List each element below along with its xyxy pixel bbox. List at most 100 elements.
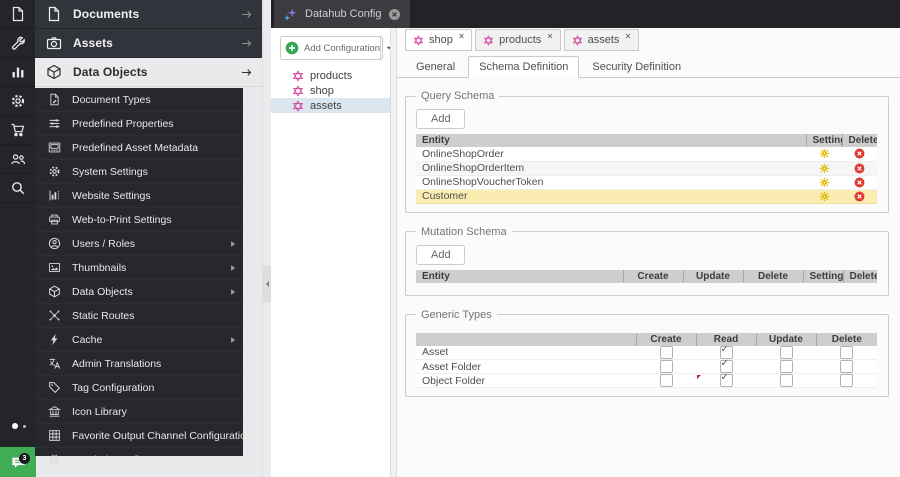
column-header-entity[interactable]: Entity [416, 134, 806, 147]
strip-item-settings[interactable] [0, 87, 35, 116]
delete-checkbox[interactable] [840, 345, 853, 359]
chat-badge: 3 [19, 453, 30, 464]
close-tab-icon[interactable]: × [459, 31, 464, 41]
editor-tab-assets[interactable]: assets × [563, 29, 639, 51]
menu-header-data-objects[interactable]: Data Objects [35, 58, 262, 87]
settings-cell[interactable] [806, 189, 842, 204]
add-configuration-button[interactable]: Add Configuration [280, 36, 392, 60]
definition-tabs: General Schema Definition Security Definit… [397, 56, 900, 78]
column-header-settings[interactable]: Settings [805, 134, 842, 147]
submenu-item-data-objects[interactable]: Data Objects [35, 280, 243, 304]
column-header-blank[interactable] [416, 332, 636, 346]
delete-checkbox[interactable] [840, 374, 853, 387]
close-tab-icon[interactable] [388, 8, 401, 21]
update-checkbox[interactable] [779, 374, 793, 387]
strip-item-ecommerce[interactable] [0, 116, 35, 145]
submenu-item-favorite-output-channel-configurations[interactable]: Favorite Output Channel Configurations [35, 424, 257, 448]
settings-gear-icon[interactable] [819, 148, 830, 160]
settings-cell[interactable] [806, 147, 842, 162]
entity-cell[interactable]: OnlineShopOrder [416, 147, 806, 162]
tree-item-products[interactable]: products [271, 68, 390, 83]
submenu-item-predefined-asset-metadata[interactable]: Predefined Asset Metadata [35, 136, 243, 160]
settings-gear-icon[interactable] [819, 162, 830, 174]
delete-cell[interactable] [842, 161, 877, 176]
delete-cell[interactable] [842, 175, 877, 190]
tab-datahub-config[interactable]: Datahub Config [274, 0, 411, 28]
submenu-item-static-routes[interactable]: Static Routes [35, 304, 243, 328]
generic-types-fieldset: Generic Types Create Read Update Delete Asse… [405, 308, 889, 397]
read-checkbox[interactable] [719, 374, 733, 387]
chat-button[interactable]: 3 [0, 447, 36, 477]
subtab-schema-definition[interactable]: Schema Definition [468, 56, 580, 78]
submenu-item-document-types[interactable]: Document Types [35, 88, 243, 112]
submenu-item-thumbnails[interactable]: Thumbnails [35, 256, 243, 280]
create-checkbox[interactable] [659, 345, 673, 359]
settings-cell[interactable] [806, 175, 842, 190]
menu-header-documents[interactable]: Documents [35, 0, 262, 29]
collapse-handle[interactable] [263, 266, 271, 302]
column-header-entity[interactable]: Entity [416, 269, 623, 283]
delete-icon[interactable] [854, 148, 865, 160]
panel-splitter[interactable] [390, 28, 397, 477]
column-header-create[interactable]: Create [622, 269, 683, 283]
settings-gear-icon[interactable] [819, 176, 830, 188]
submenu-item-system-settings[interactable]: System Settings [35, 160, 243, 184]
workspace-tabbar: Datahub Config [271, 0, 900, 28]
submenu-item-tag-configuration[interactable]: Tag Configuration [35, 376, 243, 400]
strip-item-documents[interactable] [0, 0, 35, 29]
mutation-schema-add-button[interactable]: Add [416, 244, 465, 265]
delete-icon[interactable] [854, 176, 865, 188]
column-header-update[interactable]: Update [755, 332, 816, 346]
query-schema-row-OnlineShopOrderItem[interactable]: OnlineShopOrderItem [416, 161, 877, 176]
entity-cell[interactable]: OnlineShopVoucherToken [416, 175, 806, 190]
editor-tab-products[interactable]: products × [475, 29, 561, 51]
delete-cell[interactable] [842, 147, 877, 162]
read-checkbox[interactable] [719, 346, 733, 359]
update-checkbox[interactable] [779, 345, 793, 359]
submenu-item-users-roles[interactable]: Users / Roles [35, 232, 243, 256]
column-header-delete[interactable]: Delete [841, 134, 877, 147]
close-tab-icon[interactable]: × [547, 31, 552, 41]
tree-item-assets[interactable]: assets [271, 98, 390, 113]
query-schema-row-Customer[interactable]: Customer [416, 189, 877, 204]
create-checkbox[interactable] [659, 360, 673, 373]
strip-item-tools[interactable] [0, 29, 35, 58]
delete-cell[interactable] [842, 189, 877, 204]
query-schema-add-button[interactable]: Add [416, 109, 465, 129]
settings-gear-icon[interactable] [819, 190, 830, 202]
tree-item-shop[interactable]: shop [271, 83, 390, 98]
query-schema-row-OnlineShopOrder[interactable]: OnlineShopOrder [416, 147, 877, 162]
submenu-item-predefined-properties[interactable]: Predefined Properties [35, 112, 243, 136]
menu-header-assets[interactable]: Assets [35, 29, 262, 58]
entity-cell[interactable]: OnlineShopOrderItem [416, 161, 806, 176]
create-checkbox[interactable] [659, 374, 673, 387]
submenu-item-web-to-print-settings[interactable]: Web-to-Print Settings [35, 208, 243, 232]
submenu-item-datahub-config[interactable]: Datahub Config [35, 448, 243, 472]
subtab-security-definition[interactable]: Security Definition [581, 56, 692, 78]
update-checkbox[interactable] [779, 360, 793, 373]
column-header-delete[interactable]: Delete [742, 269, 803, 283]
column-header-create[interactable]: Create [635, 332, 696, 346]
subtab-general[interactable]: General [405, 56, 466, 78]
strip-item-statistics[interactable] [0, 58, 35, 87]
read-checkbox[interactable] [719, 360, 733, 373]
editor-tab-shop[interactable]: shop × [405, 29, 473, 51]
strip-item-customers[interactable] [0, 145, 35, 174]
column-header-delete[interactable]: Delete [842, 269, 877, 283]
submenu-item-cache[interactable]: Cache [35, 328, 243, 352]
column-header-settings[interactable]: Settings [802, 269, 843, 283]
entity-cell[interactable]: Customer [416, 189, 806, 204]
submenu-item-website-settings[interactable]: Website Settings [35, 184, 243, 208]
column-header-delete[interactable]: Delete [815, 332, 877, 346]
settings-cell[interactable] [806, 161, 842, 176]
submenu-item-icon-library[interactable]: Icon Library [35, 400, 243, 424]
column-header-update[interactable]: Update [682, 269, 743, 283]
column-header-read[interactable]: Read [695, 332, 756, 346]
strip-item-search[interactable] [0, 174, 35, 203]
close-tab-icon[interactable]: × [625, 31, 630, 41]
delete-icon[interactable] [854, 162, 865, 174]
delete-icon[interactable] [854, 190, 865, 202]
submenu-item-admin-translations[interactable]: Admin Translations [35, 352, 243, 376]
query-schema-row-OnlineShopVoucherToken[interactable]: OnlineShopVoucherToken [416, 175, 877, 190]
delete-checkbox[interactable] [840, 360, 853, 373]
